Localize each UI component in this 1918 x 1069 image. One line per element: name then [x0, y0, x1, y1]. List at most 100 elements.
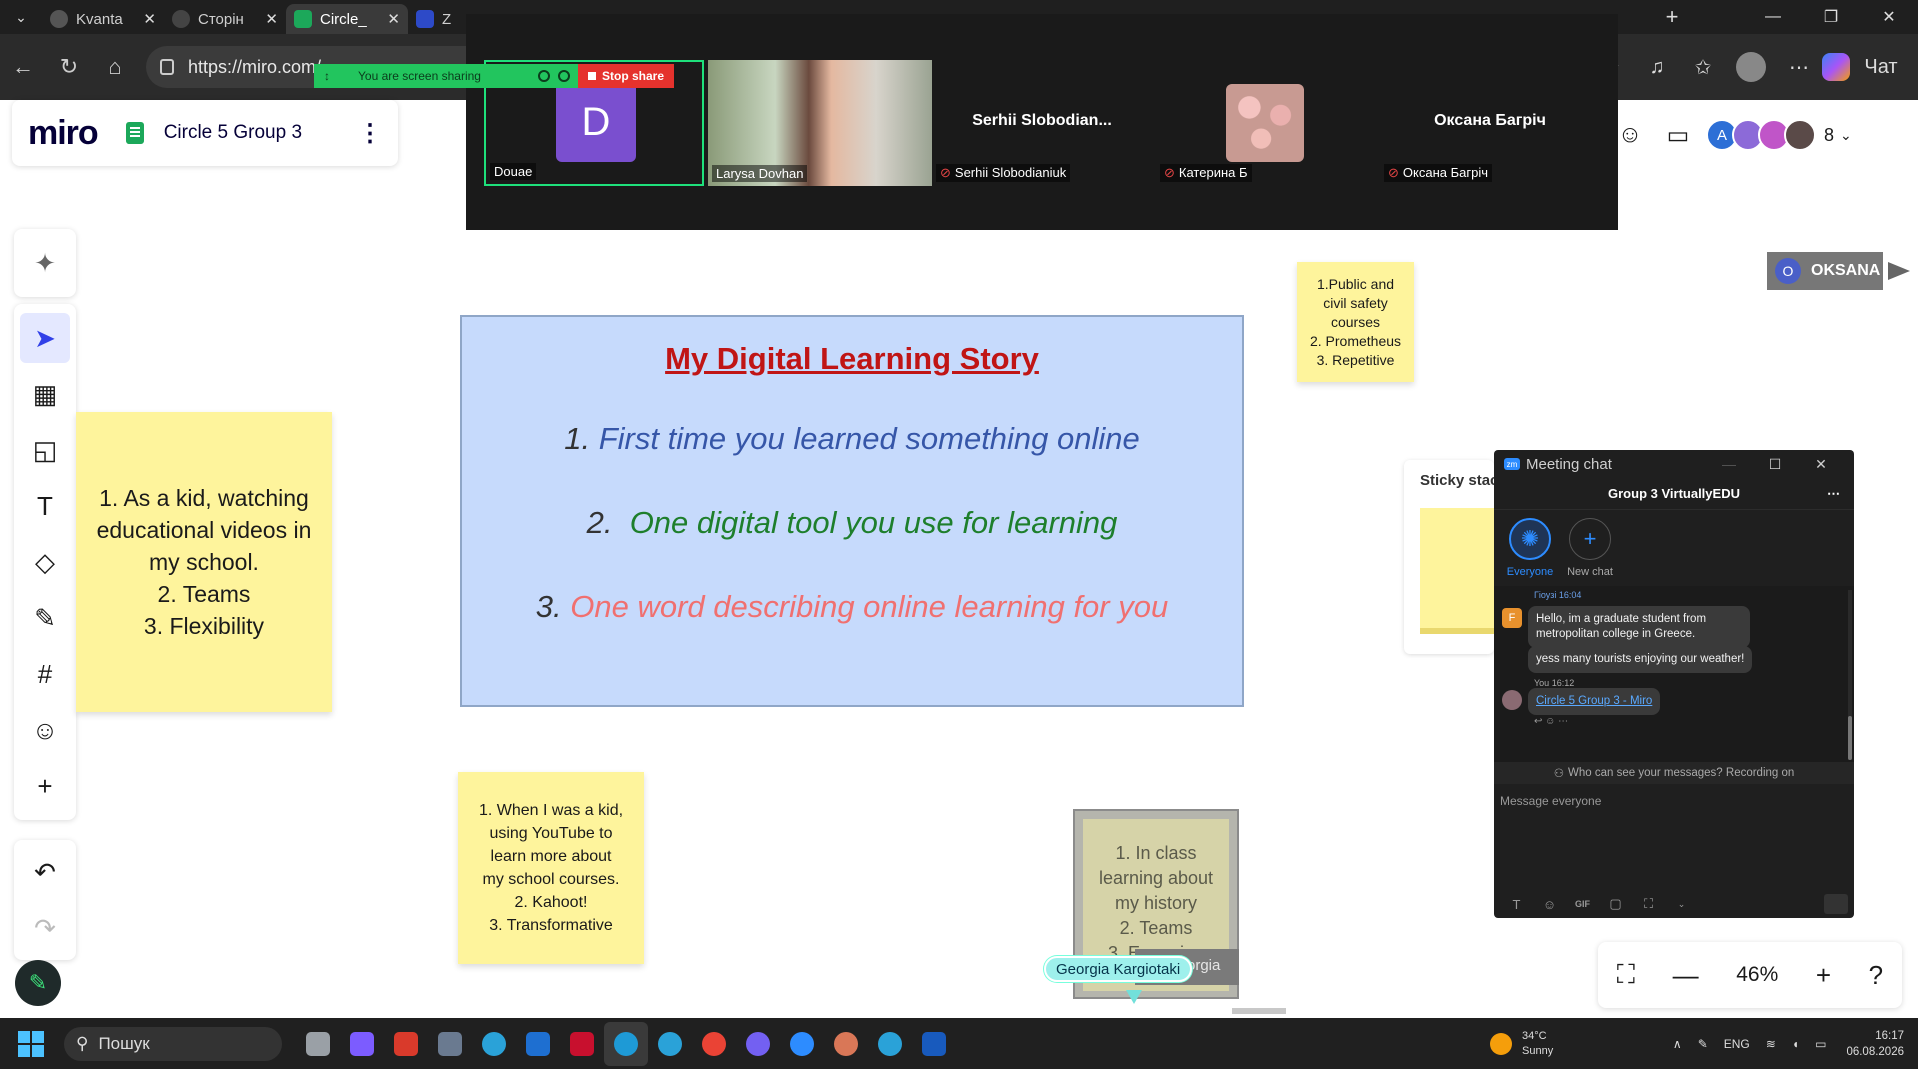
- video-tile-larysa[interactable]: Larysa Dovhan: [708, 60, 932, 186]
- edge-browser-icon[interactable]: [604, 1021, 648, 1066]
- chat-more-icon[interactable]: ⋯: [1827, 486, 1840, 502]
- shapes-icon[interactable]: ◇: [20, 537, 70, 587]
- chrome-icon[interactable]: [692, 1022, 736, 1066]
- chat-minimize-icon[interactable]: —: [1706, 456, 1752, 472]
- wifi-icon[interactable]: ≋: [1766, 1037, 1776, 1051]
- close-icon[interactable]: ✕: [265, 10, 278, 28]
- zoom-out-icon[interactable]: —: [1673, 960, 1699, 991]
- more-tools-plus-icon[interactable]: +: [20, 761, 70, 811]
- chat-message-link[interactable]: Circle 5 Group 3 - Miro: [1528, 688, 1661, 715]
- task-view-icon[interactable]: [296, 1022, 340, 1066]
- chat-close-icon[interactable]: ✕: [1798, 456, 1844, 473]
- store-icon[interactable]: [516, 1022, 560, 1066]
- sticky-note-left[interactable]: 1. As a kid, watching educational videos…: [76, 412, 332, 712]
- new-tab-plus-icon[interactable]: +: [1652, 4, 1692, 30]
- reload-icon[interactable]: ↻: [46, 54, 92, 80]
- text-format-icon[interactable]: T: [1500, 897, 1533, 912]
- send-icon[interactable]: [1824, 894, 1848, 914]
- battery-icon[interactable]: ▭: [1815, 1037, 1826, 1051]
- pen-menu-icon[interactable]: ✎: [1698, 1037, 1708, 1051]
- board-name[interactable]: Circle 5 Group 3: [164, 122, 358, 144]
- frame-icon[interactable]: #: [20, 649, 70, 699]
- sticky-note-bottom[interactable]: 1. When I was a kid, using YouTube to le…: [458, 772, 644, 964]
- screenshot-icon[interactable]: ⛶: [1632, 896, 1665, 912]
- copilot-app-icon[interactable]: [340, 1022, 384, 1066]
- chat-message[interactable]: Hello, im a graduate student from metrop…: [1528, 606, 1750, 648]
- volume-icon[interactable]: ◖: [1792, 1037, 1799, 1051]
- maximize-icon[interactable]: ❐: [1802, 0, 1860, 34]
- emoji-icon[interactable]: ☺: [1533, 897, 1566, 912]
- collections-icon[interactable]: ✩: [1680, 55, 1726, 80]
- drag-handle-icon[interactable]: ↕: [324, 69, 330, 83]
- back-arrow-icon[interactable]: ←: [0, 54, 46, 80]
- chevron-up-icon[interactable]: ∧: [1673, 1037, 1682, 1051]
- board-horizontal-scrollbar[interactable]: [1232, 1008, 1286, 1014]
- minimize-icon[interactable]: —: [1744, 0, 1802, 34]
- ai-sparkle-icon[interactable]: ✦: [20, 238, 70, 288]
- video-tile-serhii[interactable]: Serhii Slobodian... ⊘ Serhii Slobodianiuk: [932, 60, 1152, 186]
- pen-icon[interactable]: ✎: [20, 593, 70, 643]
- chat-scrollbar[interactable]: [1848, 590, 1852, 760]
- clock[interactable]: 16:17 06.08.2026: [1846, 1028, 1904, 1060]
- sticky-note-icon[interactable]: ◱: [20, 425, 70, 475]
- tab-actions-chevron-icon[interactable]: ⌄: [0, 0, 42, 34]
- zoom-app-icon[interactable]: [780, 1022, 824, 1066]
- tab-everyone[interactable]: ✺ Everyone: [1500, 518, 1560, 578]
- video-call-icon[interactable]: ▭: [1654, 121, 1702, 150]
- miro-board-link[interactable]: Circle 5 Group 3 - Miro: [1536, 695, 1652, 707]
- stop-share-button[interactable]: Stop share: [578, 64, 674, 88]
- chevron-down-icon[interactable]: ⌄: [1665, 899, 1698, 910]
- sticky-stack-note[interactable]: [1420, 508, 1494, 634]
- reply-icon[interactable]: ↩ ☺ ⋯: [1534, 716, 1568, 727]
- browser-tab-active[interactable]: Circle_ ✕: [286, 4, 408, 34]
- close-window-icon[interactable]: ✕: [1860, 0, 1918, 34]
- viber-icon[interactable]: [736, 1022, 780, 1066]
- language-indicator[interactable]: ENG: [1724, 1037, 1750, 1051]
- pdf-app-icon[interactable]: [384, 1022, 428, 1066]
- calculator-icon[interactable]: [428, 1022, 472, 1066]
- text-tool-icon[interactable]: T: [20, 481, 70, 531]
- share-settings-icon[interactable]: [538, 70, 550, 82]
- telegram-desktop-icon[interactable]: [868, 1022, 912, 1066]
- profile-avatar[interactable]: [1736, 52, 1766, 82]
- word-icon[interactable]: [912, 1022, 956, 1066]
- sticker-icon[interactable]: ☺: [20, 705, 70, 755]
- zoom-level[interactable]: 46%: [1736, 963, 1778, 987]
- file-icon[interactable]: ▢: [1599, 896, 1632, 912]
- close-icon[interactable]: ✕: [387, 10, 400, 28]
- fit-to-screen-icon[interactable]: ⛶: [1617, 959, 1635, 991]
- tab-new-chat[interactable]: + New chat: [1560, 518, 1620, 578]
- claude-app-icon[interactable]: [824, 1022, 868, 1066]
- chat-messages[interactable]: Гіоузі 16:04 F Hello, im a graduate stud…: [1494, 586, 1854, 762]
- sticky-stack-panel[interactable]: Sticky stac: [1404, 460, 1498, 654]
- taskbar-search[interactable]: ⚲ Пошук: [64, 1026, 282, 1061]
- home-icon[interactable]: ⌂: [92, 54, 138, 80]
- weather-widget[interactable]: 34°C Sunny: [1490, 1029, 1553, 1059]
- select-cursor-icon[interactable]: ➤: [20, 313, 70, 363]
- browser-tab[interactable]: Kvanta ✕: [42, 4, 164, 34]
- more-options-icon[interactable]: ⋯: [1776, 55, 1822, 80]
- chat-maximize-icon[interactable]: ☐: [1752, 456, 1798, 473]
- chat-message[interactable]: yess many tourists enjoying our weather!: [1528, 646, 1753, 673]
- close-icon[interactable]: ✕: [143, 10, 156, 28]
- mail-app-icon[interactable]: [560, 1022, 604, 1066]
- copilot-chat-button[interactable]: Чат: [1822, 53, 1904, 81]
- zoom-in-icon[interactable]: +: [1816, 960, 1831, 991]
- shield-icon[interactable]: [558, 70, 570, 82]
- screen-sharing-status[interactable]: ↕ You are screen sharing: [314, 64, 578, 88]
- undo-icon[interactable]: ↶: [20, 847, 70, 897]
- gif-icon[interactable]: GIF: [1566, 899, 1599, 909]
- help-icon[interactable]: ?: [1869, 960, 1883, 991]
- telegram-icon[interactable]: [648, 1022, 692, 1066]
- globe-app-icon[interactable]: [472, 1022, 516, 1066]
- quick-pen-icon[interactable]: ✎: [15, 960, 61, 1006]
- learning-story-frame[interactable]: My Digital Learning Story 1. First time …: [460, 315, 1244, 707]
- sticky-note-top-right[interactable]: 1.Public and civil safety courses 2. Pro…: [1297, 262, 1414, 382]
- templates-icon[interactable]: ▦: [20, 369, 70, 419]
- board-menu-kebab-icon[interactable]: ⋮: [358, 119, 382, 148]
- browser-tab[interactable]: Сторін ✕: [164, 4, 286, 34]
- collaborator-avatars[interactable]: A: [1706, 119, 1816, 151]
- miro-logo[interactable]: miro: [28, 114, 99, 153]
- video-tile-kateryna[interactable]: ⊘ Катерина Б: [1156, 60, 1376, 186]
- video-tile-oksana[interactable]: Оксана Багріч ⊘ Оксана Багріч: [1380, 60, 1600, 186]
